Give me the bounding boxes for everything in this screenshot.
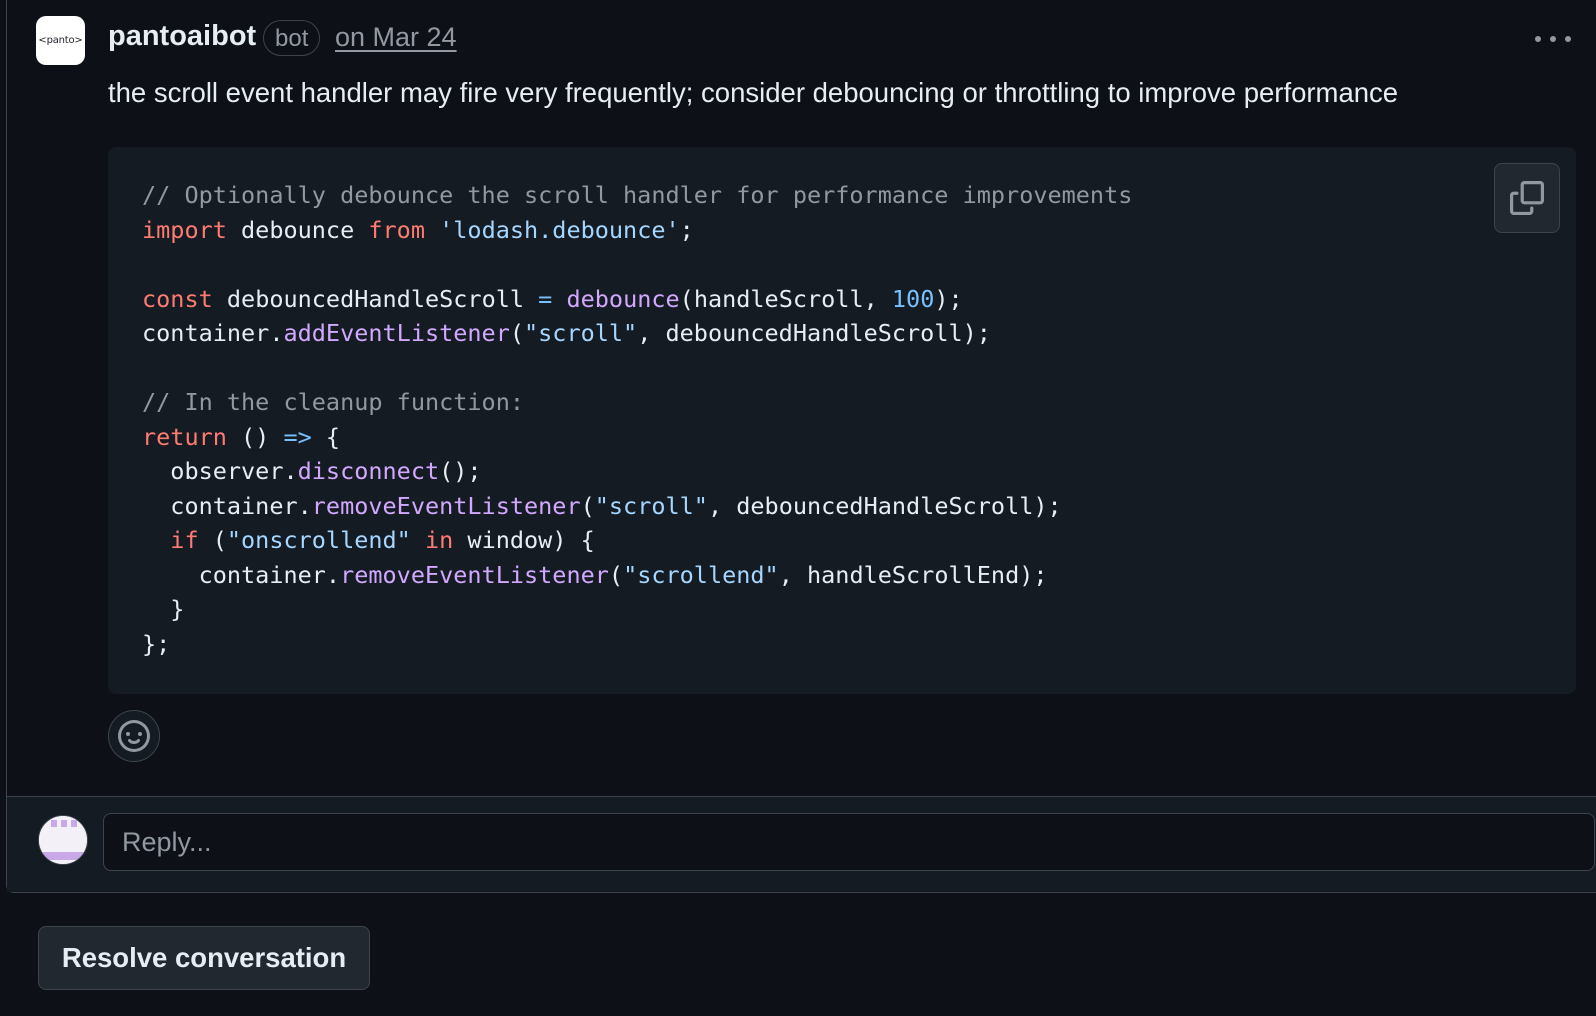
code-content: // Optionally debounce the scroll handle… <box>142 178 1132 661</box>
code-line: }; <box>142 629 171 658</box>
add-reaction-button[interactable] <box>108 710 160 762</box>
code-block: // Optionally debounce the scroll handle… <box>108 147 1576 694</box>
comment-body: the scroll event handler may fire very f… <box>108 77 1399 108</box>
code-line: return () => { <box>142 422 341 451</box>
copy-button[interactable] <box>1494 163 1560 233</box>
bot-avatar[interactable]: <panto> <box>36 16 85 65</box>
code-line: const debouncedHandleScroll = debounce(h… <box>142 284 963 313</box>
resolve-conversation-button[interactable]: Resolve conversation <box>38 926 370 990</box>
author-name[interactable]: pantoaibot <box>108 20 256 53</box>
bot-badge: bot <box>263 20 321 56</box>
code-line: container.removeEventListener("scrollend… <box>142 560 1048 589</box>
code-line: } <box>142 595 185 623</box>
code-line: container.addEventListener("scroll", deb… <box>142 319 991 347</box>
code-line: observer.disconnect(); <box>142 457 482 485</box>
identicon-avatar <box>39 816 87 864</box>
reply-row <box>7 796 1596 892</box>
current-user-avatar[interactable] <box>38 815 88 865</box>
code-line: if ("onscrollend" in window) { <box>170 526 595 554</box>
review-comment: <panto> pantoaibot bot on Mar 24 the scr… <box>7 0 1596 798</box>
comment-timestamp[interactable]: on Mar 24 <box>335 22 457 53</box>
smiley-icon <box>118 720 150 752</box>
code-line: container.removeEventListener("scroll", … <box>142 491 1062 520</box>
reply-input[interactable] <box>103 813 1595 871</box>
code-line: // Optionally debounce the scroll handle… <box>142 181 1133 209</box>
code-line: // In the cleanup function: <box>142 388 525 416</box>
code-line: import debounce from 'lodash.debounce'; <box>142 215 694 244</box>
review-thread: <panto> pantoaibot bot on Mar 24 the scr… <box>6 0 1596 893</box>
copy-icon <box>1510 181 1544 215</box>
kebab-horizontal-icon[interactable] <box>1535 24 1571 54</box>
avatar-text: <panto> <box>38 35 83 46</box>
